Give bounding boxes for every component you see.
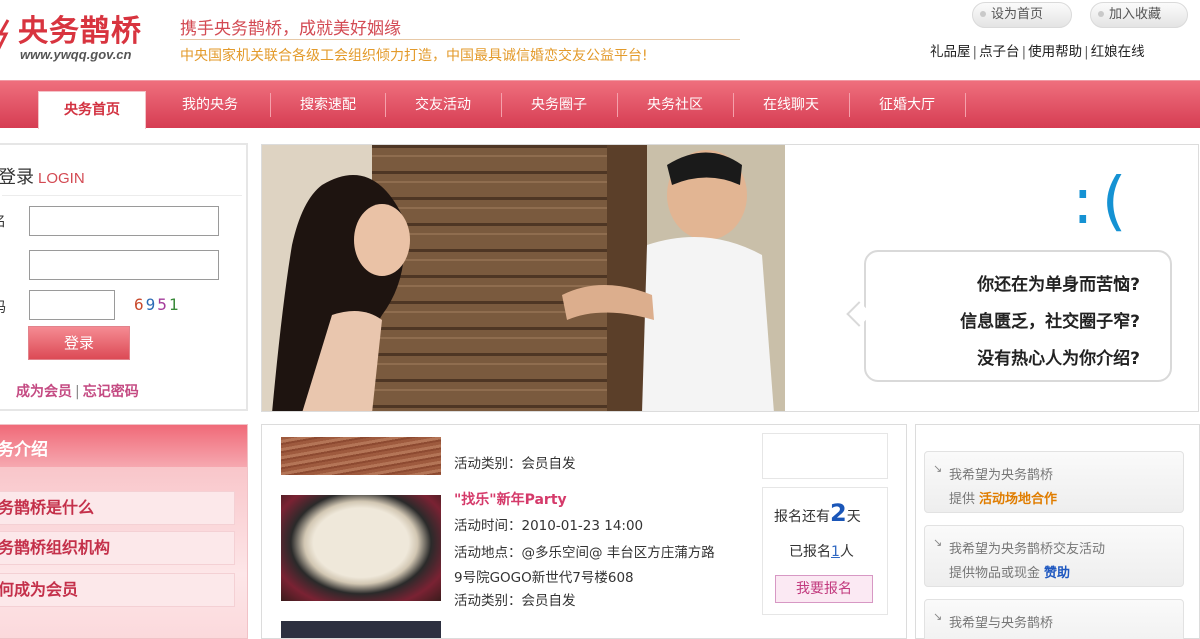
sponsor-card-line2: 提供 活动场地合作 — [949, 492, 1058, 507]
nav-item-personals-hall[interactable]: 征婚大厅 — [851, 87, 963, 123]
days-remaining-number: 2 — [830, 499, 847, 527]
login-heading: 登录 LOGIN — [0, 163, 85, 189]
link-ideas[interactable]: 点子台 — [979, 44, 1020, 60]
set-home-label: 设为首页 — [991, 7, 1044, 22]
nav-item-circles[interactable]: 央务圈子 — [503, 87, 615, 123]
sponsor-card-line2: 提供物品或现金 赞助 — [949, 566, 1071, 581]
nav-divider — [849, 93, 850, 117]
bullet-icon — [980, 11, 986, 17]
signup-button[interactable]: 我要报名 — [775, 575, 873, 603]
event-place: 活动地点：@多乐空间@ 丰台区方庄蒲方路 — [454, 545, 715, 561]
promo-banner[interactable]: :( 你还在为单身而苦恼? 信息匮乏，社交圈子窄? 没有热心人为你介绍? — [261, 144, 1199, 412]
captcha-label: 码 — [0, 297, 6, 317]
days-remaining: 报名还有2天 — [774, 499, 861, 527]
signed-up-number[interactable]: 1 — [831, 544, 840, 560]
intro-header: 务介绍 — [0, 425, 247, 467]
event-type: 活动类别：会员自发 — [454, 456, 576, 472]
intro-item-what-is[interactable]: 务鹊桥是什么 — [0, 491, 235, 525]
password-input[interactable] — [29, 250, 219, 280]
events-panel: 活动类别：会员自发 "找乐"新年Party 活动时间：2010-01-23 14… — [261, 424, 907, 639]
event-title[interactable]: "找乐"新年Party — [454, 489, 567, 509]
event-thumbnail[interactable] — [281, 621, 441, 638]
sponsor-highlight: 活动场地合作 — [979, 492, 1058, 507]
separator: | — [1021, 44, 1027, 60]
sponsor-card-line1: ↘ 我希望与央务鹊桥 — [933, 610, 1054, 631]
sponsor-card-venue[interactable]: ↘ 我希望为央务鹊桥 提供 活动场地合作 — [924, 451, 1184, 513]
couple-photo — [262, 145, 785, 411]
nav-item-community[interactable]: 央务社区 — [619, 87, 731, 123]
register-link[interactable]: 成为会员 — [16, 384, 72, 400]
event-thumbnail-love-stone[interactable] — [281, 495, 441, 601]
event-thumbnail[interactable] — [281, 437, 441, 475]
sponsor-panel: ↘ 我希望为央务鹊桥 提供 活动场地合作 ↘ 我希望为央务鹊桥交友活动 提供物品或现金… — [915, 424, 1200, 639]
login-title: 登录 — [0, 167, 34, 188]
link-gift-shop[interactable]: 礼品屋 — [930, 44, 971, 60]
sponsor-card-line1: ↘ 我希望为央务鹊桥 — [933, 462, 1054, 483]
username-input[interactable] — [29, 206, 219, 236]
separator: | — [972, 44, 978, 60]
nav-divider — [385, 93, 386, 117]
login-button[interactable]: 登录 — [28, 326, 130, 360]
sponsor-card-line1: ↘ 我希望为央务鹊桥交友活动 — [933, 536, 1106, 557]
nav-divider — [733, 93, 734, 117]
link-help[interactable]: 使用帮助 — [1028, 44, 1082, 60]
logo-mark-icon — [0, 19, 10, 50]
login-title-en: LOGIN — [38, 170, 85, 187]
arrow-icon: ↘ — [933, 536, 943, 549]
separator: | — [75, 384, 80, 400]
main-nav: 央务首页 我的央务 搜索速配 交友活动 央务圈子 央务社区 在线聊天 征婚大厅 — [0, 80, 1200, 129]
nav-divider — [617, 93, 618, 117]
site-slogan: 携手央务鹊桥，成就美好姻缘 — [180, 19, 401, 39]
bubble-line-3: 没有热心人为你介绍? — [977, 349, 1140, 369]
arrow-icon: ↘ — [933, 610, 943, 623]
nav-item-home[interactable]: 央务首页 — [38, 91, 146, 129]
intro-title: 务介绍 — [0, 440, 48, 460]
sad-emoticon: :( — [1072, 165, 1135, 239]
nav-item-my-account[interactable]: 我的央务 — [154, 87, 266, 123]
captcha-input[interactable] — [29, 290, 115, 320]
login-divider — [2, 195, 242, 196]
signed-up-count: 已报名1人 — [789, 544, 854, 560]
username-label: 名 — [0, 211, 6, 231]
add-favorite-label: 加入收藏 — [1109, 7, 1162, 22]
separator: | — [1084, 44, 1089, 60]
intro-item-organization[interactable]: 务鹊桥组织机构 — [0, 531, 235, 565]
event-action-box — [762, 433, 888, 479]
nav-item-online-chat[interactable]: 在线聊天 — [735, 87, 847, 123]
arrow-icon: ↘ — [933, 462, 943, 475]
intro-panel: 务介绍 务鹊桥是什么 务鹊桥组织机构 何成为会员 — [0, 424, 248, 639]
nav-item-search-match[interactable]: 搜索速配 — [272, 87, 384, 123]
intro-item-how-to-join[interactable]: 何成为会员 — [0, 573, 235, 607]
event-time: 活动时间：2010-01-23 14:00 — [454, 518, 644, 534]
nav-divider — [965, 93, 966, 117]
speech-bubble: 你还在为单身而苦恼? 信息匮乏，社交圈子窄? 没有热心人为你介绍? — [864, 250, 1172, 382]
bubble-line-1: 你还在为单身而苦恼? — [977, 275, 1140, 295]
login-panel: 登录LOGIN 名 码 6951 登录 成为会员|忘记密码 — [0, 143, 248, 411]
event-place-cont: 9号院GOGO新世代7号楼608 — [454, 570, 634, 586]
bubble-line-2: 信息匮乏，社交圈子窄? — [960, 312, 1140, 332]
slogan-divider — [180, 39, 740, 40]
site-tagline: 中央国家机关联合各级工会组织倾力打造，中国最具诚信婚恋交友公益平台! — [180, 48, 648, 64]
captcha-image[interactable]: 6951 — [134, 295, 181, 314]
sponsor-card-partner[interactable]: ↘ 我希望与央务鹊桥 — [924, 599, 1184, 639]
nav-item-activities[interactable]: 交友活动 — [387, 87, 499, 123]
link-matchmaker-online[interactable]: 红娘在线 — [1091, 44, 1145, 60]
set-home-button[interactable]: 设为首页 — [972, 2, 1072, 28]
event-type: 活动类别：会员自发 — [454, 593, 576, 609]
nav-divider — [270, 93, 271, 117]
utility-links: 礼品屋 | 点子台 | 使用帮助 | 红娘在线 — [930, 40, 1145, 60]
login-links: 成为会员 | 忘记密码 — [16, 381, 139, 401]
nav-divider — [501, 93, 502, 117]
site-logo-text[interactable]: 央务鹊桥 — [18, 6, 142, 50]
sponsor-highlight: 赞助 — [1044, 566, 1071, 581]
forgot-password-link[interactable]: 忘记密码 — [83, 384, 139, 400]
add-favorite-button[interactable]: 加入收藏 — [1090, 2, 1188, 28]
site-url: www.ywqq.gov.cn — [20, 47, 132, 62]
sponsor-card-donation[interactable]: ↘ 我希望为央务鹊桥交友活动 提供物品或现金 赞助 — [924, 525, 1184, 587]
bullet-icon — [1098, 11, 1104, 17]
